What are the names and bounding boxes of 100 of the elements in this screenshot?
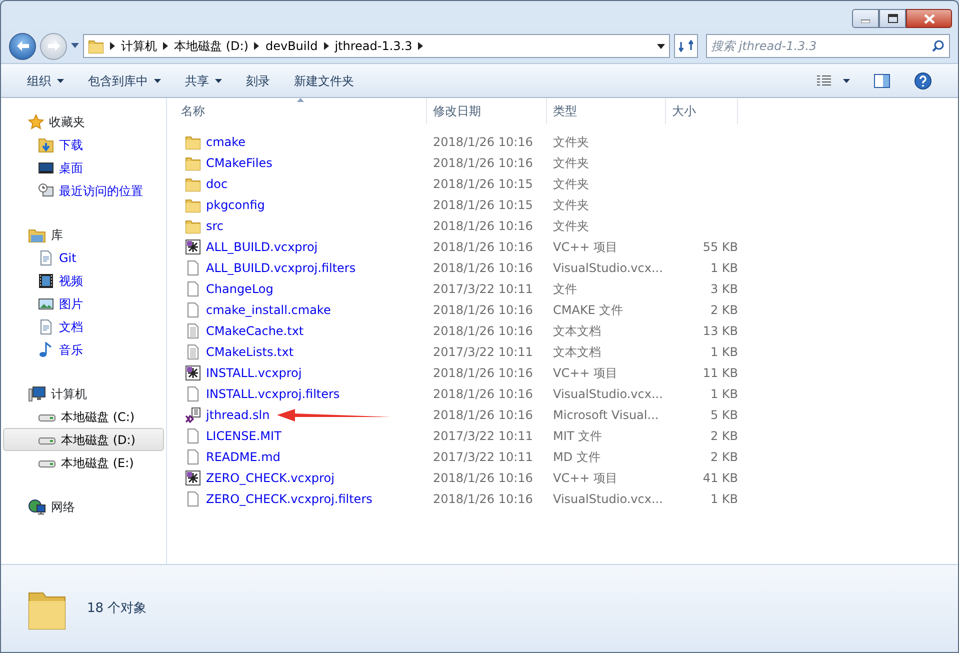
sidebar-item[interactable]: 库: [3, 223, 164, 246]
toolbar-button[interactable]: 包含到库中: [76, 68, 173, 92]
back-button[interactable]: [9, 32, 36, 60]
file-name[interactable]: README.md: [206, 448, 280, 466]
type-cell-text: MD 文件: [552, 448, 602, 466]
date-cell-text: 2018/1/26 10:16: [432, 470, 534, 486]
toolbar-button[interactable]: 新建文件夹: [282, 68, 366, 92]
sidebar-item[interactable]: 本地磁盘 (C:): [3, 405, 164, 428]
help-icon: [914, 72, 932, 90]
toolbar-button[interactable]: 刻录: [234, 68, 282, 92]
file-name[interactable]: ChangeLog: [206, 280, 274, 298]
file-name[interactable]: cmake_install.cmake: [206, 300, 331, 318]
column-header[interactable]: 修改日期: [427, 98, 547, 124]
file-icon: [185, 448, 201, 464]
size-cell-text: 3 KB: [709, 280, 738, 298]
film-icon: [38, 272, 54, 288]
sidebar-item[interactable]: 桌面: [3, 156, 164, 179]
sidebar-item[interactable]: 视频: [3, 269, 164, 292]
file-name[interactable]: jthread.sln: [206, 406, 270, 424]
file-name[interactable]: ZERO_CHECK.vcxproj.filters: [206, 490, 372, 508]
sidebar-item[interactable]: 收藏夹: [3, 110, 164, 133]
date-cell-text: 2017/3/22 10:11: [432, 344, 534, 360]
date-cell-text: 2018/1/26 10:16: [432, 490, 534, 508]
maximize-button[interactable]: [879, 9, 906, 28]
date-cell-text: 2018/1/26 10:16: [432, 260, 534, 276]
refresh-button[interactable]: [674, 34, 698, 58]
size-cell-text: 13 KB: [702, 322, 738, 340]
solution-file-icon: [185, 406, 201, 422]
file-name[interactable]: CMakeLists.txt: [206, 342, 294, 360]
dropdown-caret-icon: [657, 44, 665, 48]
breadcrumb[interactable]: devBuild: [265, 37, 318, 55]
computer-icon: [28, 386, 46, 402]
type-cell-text: VC++ 项目: [552, 470, 619, 486]
column-header[interactable]: 类型: [547, 98, 666, 124]
file-name[interactable]: ALL_BUILD.vcxproj: [206, 238, 318, 256]
date-cell-text: 2018/1/26 10:15: [432, 176, 534, 192]
document-icon: [38, 250, 54, 266]
date-cell-text: 2018/1/26 10:16: [432, 322, 534, 340]
back-arrow-icon: [16, 40, 30, 52]
sidebar-item[interactable]: 文档: [3, 315, 164, 338]
toolbar-button[interactable]: 组织: [15, 68, 76, 92]
file-icon: [185, 280, 201, 296]
size-cell-text: 1 KB: [709, 344, 738, 360]
size-cell-text: 41 KB: [702, 470, 738, 486]
sidebar-item[interactable]: Git: [3, 246, 164, 269]
library-folder-icon: [28, 226, 46, 242]
minimize-button[interactable]: [852, 9, 879, 28]
file-name[interactable]: src: [206, 216, 224, 234]
recent-places-icon: [38, 182, 54, 198]
type-cell-text: VC++ 项目: [552, 238, 619, 256]
file-name[interactable]: ALL_BUILD.vcxproj.filters: [206, 258, 356, 276]
file-name[interactable]: pkgconfig: [206, 196, 265, 214]
file-icon: [185, 428, 201, 444]
column-header[interactable]: 大小: [666, 98, 738, 124]
breadcrumb[interactable]: 本地磁盘 (D:): [174, 37, 248, 55]
sidebar-item[interactable]: 最近访问的位置: [3, 179, 164, 202]
size-cell-text: 5 KB: [709, 406, 738, 424]
file-name[interactable]: CMakeCache.txt: [206, 322, 304, 340]
caret-icon: [843, 78, 850, 82]
file-name[interactable]: INSTALL.vcxproj: [206, 364, 302, 382]
size-cell-text: 2 KB: [709, 302, 738, 318]
desktop-icon: [38, 160, 54, 176]
search-icon: [932, 40, 944, 52]
breadcrumb[interactable]: jthread-1.3.3: [334, 37, 412, 55]
search-field[interactable]: 搜索 jthread-1.3.3: [706, 34, 950, 58]
sidebar-item[interactable]: 图片: [3, 292, 164, 315]
folder-icon: [185, 218, 201, 234]
file-name[interactable]: cmake: [206, 132, 246, 150]
file-name[interactable]: LICENSE.MIT: [206, 426, 282, 444]
file-name[interactable]: INSTALL.vcxproj.filters: [206, 384, 340, 402]
sidebar-item[interactable]: 下载: [3, 133, 164, 156]
list-view-icon: [817, 74, 831, 86]
sidebar-item[interactable]: 计算机: [3, 382, 164, 405]
toolbar-button[interactable]: 共享: [173, 68, 234, 92]
size-cell-text: 1 KB: [709, 260, 738, 276]
type-cell-text: VisualStudio.vcx...: [552, 260, 664, 276]
project-file-icon: [185, 470, 201, 486]
size-cell-text: 2 KB: [709, 448, 738, 466]
file-name[interactable]: CMakeFiles: [206, 154, 272, 172]
sidebar-item[interactable]: 本地磁盘 (D:): [3, 428, 164, 451]
file-name[interactable]: ZERO_CHECK.vcxproj: [206, 468, 334, 486]
sidebar-item[interactable]: 音乐: [3, 338, 164, 361]
folder-icon: [185, 154, 201, 170]
breadcrumb[interactable]: 计算机: [121, 37, 157, 55]
size-cell-text: 1 KB: [709, 386, 738, 402]
date-cell-text: 2018/1/26 10:16: [432, 364, 534, 382]
date-cell-text: 2017/3/22 10:11: [432, 280, 534, 298]
close-icon: [924, 14, 934, 24]
close-button[interactable]: [906, 9, 952, 28]
sidebar-item[interactable]: 网络: [3, 495, 164, 518]
size-cell-text: 11 KB: [702, 364, 738, 382]
address-bar[interactable]: 计算机 本地磁盘 (D:) devBuild jthread-1.3.3: [83, 34, 670, 58]
download-folder-icon: [38, 136, 54, 152]
file-name[interactable]: doc: [206, 174, 228, 192]
sidebar-item[interactable]: 本地磁盘 (E:): [3, 451, 164, 474]
column-header[interactable]: 名称: [167, 98, 427, 124]
type-cell-text: MIT 文件: [552, 428, 604, 444]
caret-icon: [154, 78, 161, 82]
date-cell-text: 2017/3/22 10:11: [432, 428, 534, 444]
file-icon: [185, 490, 201, 506]
